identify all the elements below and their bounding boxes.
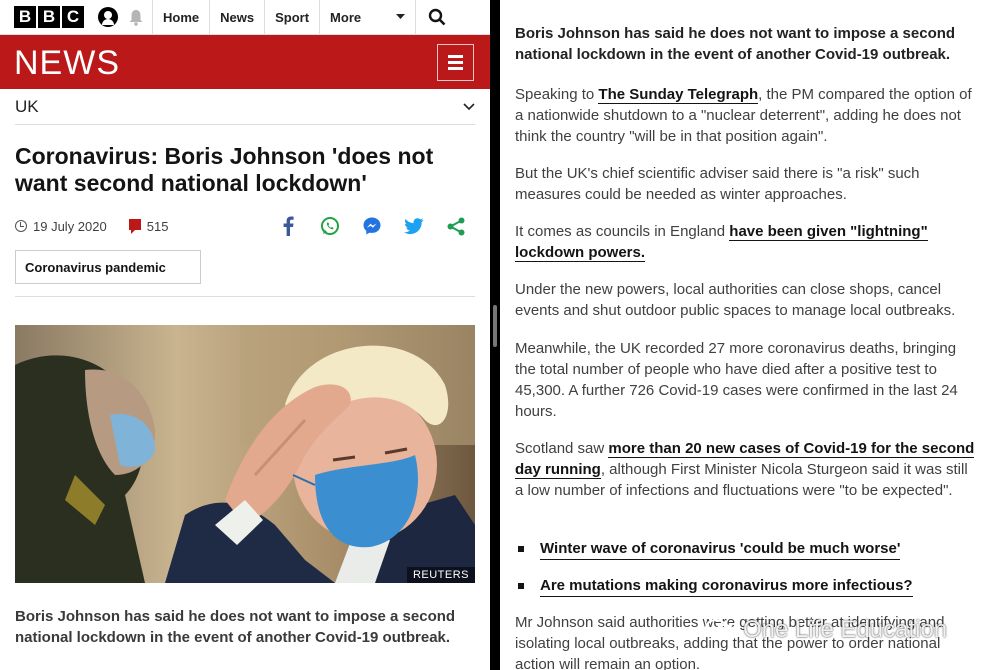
related-link-item[interactable]: Winter wave of coronavirus 'could be muc… <box>518 538 901 560</box>
section-label: UK <box>15 96 39 116</box>
bbc-top-navigation: B B C Home News Sport More <box>0 0 490 35</box>
related-link[interactable]: Winter wave of coronavirus 'could be muc… <box>540 538 901 560</box>
watermark-text: One Life Education <box>743 616 948 643</box>
share-icon[interactable] <box>445 215 467 237</box>
news-logo[interactable]: NEWS <box>14 44 120 83</box>
section-selector[interactable]: UK <box>15 89 475 125</box>
twitter-icon[interactable] <box>403 215 425 237</box>
comments-icon[interactable] <box>128 218 141 234</box>
search-icon[interactable] <box>416 0 458 35</box>
bbc-logo[interactable]: B B C <box>14 6 84 28</box>
article-intro-bold: Boris Johnson has said he does not want … <box>515 23 977 65</box>
nav-sport[interactable]: Sport <box>265 0 321 35</box>
topic-tag[interactable]: Coronavirus pandemic <box>15 250 201 284</box>
comments-count[interactable]: 515 <box>147 219 169 234</box>
paragraph: It comes as councils in England have bee… <box>515 221 977 263</box>
article-date: 19 July 2020 <box>33 218 107 234</box>
nav-more-label: More <box>330 9 362 25</box>
messenger-icon[interactable] <box>361 215 383 237</box>
bbc-logo-letter: B <box>14 6 36 28</box>
related-link[interactable]: Are mutations making coronavirus more in… <box>540 575 913 597</box>
news-banner: NEWS <box>0 35 490 89</box>
hamburger-menu-icon[interactable] <box>437 44 474 81</box>
related-link-item[interactable]: Are mutations making coronavirus more in… <box>518 575 913 597</box>
article-intro: Boris Johnson has said he does not want … <box>15 608 456 646</box>
account-icon[interactable] <box>98 7 118 27</box>
chevron-down-icon <box>396 14 406 19</box>
bullet-icon <box>518 583 524 589</box>
paragraph: Speaking to The Sunday Telegraph, the PM… <box>515 84 977 147</box>
wechat-icon <box>705 619 735 641</box>
intro-text: Boris Johnson has said he does not want … <box>515 25 956 63</box>
article-headline: Coronavirus: Boris Johnson 'does not wan… <box>15 143 434 196</box>
bbc-logo-letter: B <box>38 6 60 28</box>
paragraph-text: Speaking to <box>515 86 599 103</box>
sunday-telegraph-link[interactable]: The Sunday Telegraph <box>598 86 759 104</box>
facebook-icon[interactable] <box>277 215 299 237</box>
watermark: One Life Education <box>705 616 947 644</box>
article-photo: REUTERS <box>15 325 475 583</box>
divider <box>15 296 475 297</box>
split-view-drag-handle[interactable] <box>493 305 497 347</box>
notifications-bell-icon[interactable] <box>126 7 146 27</box>
paragraph: But the UK's chief scientific adviser sa… <box>515 165 920 203</box>
paragraph: Meanwhile, the UK recorded 27 more coron… <box>515 340 958 420</box>
paragraph-text: It comes as councils in England <box>515 223 730 240</box>
photo-credit: REUTERS <box>406 567 475 583</box>
bullet-icon <box>518 546 524 552</box>
left-pane: B B C Home News Sport More NEWS UK Coron… <box>0 0 490 670</box>
article-meta: 19 July 2020 515 <box>15 214 475 238</box>
whatsapp-icon[interactable] <box>319 215 341 237</box>
bbc-logo-letter: C <box>62 6 84 28</box>
paragraph: Under the new powers, local authorities … <box>515 281 956 319</box>
paragraph-text: Scotland saw <box>515 440 609 457</box>
nav-home[interactable]: Home <box>153 0 211 35</box>
clock-icon <box>15 220 27 232</box>
share-tools <box>277 214 467 238</box>
paragraph: Scotland saw more than 20 new cases of C… <box>515 438 977 501</box>
nav-news[interactable]: News <box>210 0 266 35</box>
nav-more[interactable]: More <box>320 0 417 35</box>
right-pane: Boris Johnson has said he does not want … <box>500 0 990 670</box>
chevron-down-icon <box>463 102 475 110</box>
